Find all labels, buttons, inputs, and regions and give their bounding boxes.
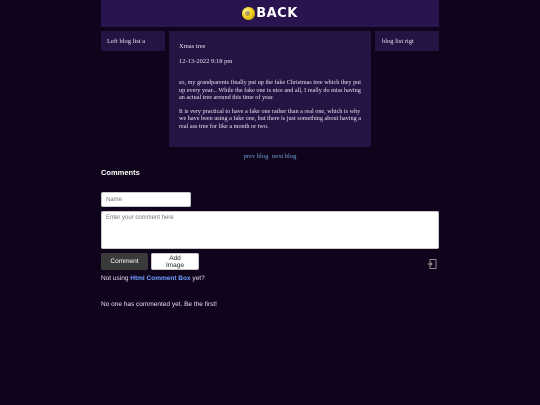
site-header: BACK	[101, 0, 439, 27]
left-blog-list-label: Left blog list a	[107, 38, 146, 45]
post-paragraph: so, my grandparents finally put up the f…	[179, 79, 361, 102]
add-image-button[interactable]: Add Image	[151, 253, 199, 270]
blog-post: Xmas tree 12-13-2022 9:18 pm so, my gran…	[169, 31, 371, 147]
hcb-note: Not using Html Comment Box yet?	[101, 275, 439, 282]
post-paragraph: It is very practical to have a fake one …	[179, 107, 361, 130]
left-blog-list: Left blog list a	[101, 31, 165, 51]
hcb-link[interactable]: Html Comment Box	[130, 275, 190, 282]
right-blog-list-label: blog list rigt	[382, 38, 414, 45]
blog-pager: prev blog next blog	[0, 153, 540, 160]
back-logo[interactable]: BACK	[242, 6, 298, 21]
name-input[interactable]	[101, 192, 191, 207]
logo-text: BACK	[256, 6, 298, 21]
comments-section: Comments Comment Add Image Not using Htm…	[101, 168, 439, 308]
prev-blog-link[interactable]: prev blog	[244, 153, 269, 160]
comment-textarea[interactable]	[101, 211, 439, 249]
coin-icon	[242, 7, 256, 20]
post-title: Xmas tree	[179, 43, 206, 50]
hcb-note-prefix: Not using	[101, 275, 129, 282]
comment-actions: Comment Add Image	[101, 253, 439, 270]
hcb-note-suffix: yet?	[192, 275, 205, 282]
post-date: 12-13-2022 9:18 pm	[179, 58, 233, 65]
comments-title: Comments	[101, 168, 140, 177]
right-blog-list: blog list rigt	[375, 31, 439, 51]
comment-button[interactable]: Comment	[101, 253, 148, 270]
no-comments-message: No one has commented yet. Be the first!	[101, 301, 217, 308]
expand-icon[interactable]	[427, 256, 437, 269]
next-blog-link[interactable]: next blog	[272, 153, 296, 160]
